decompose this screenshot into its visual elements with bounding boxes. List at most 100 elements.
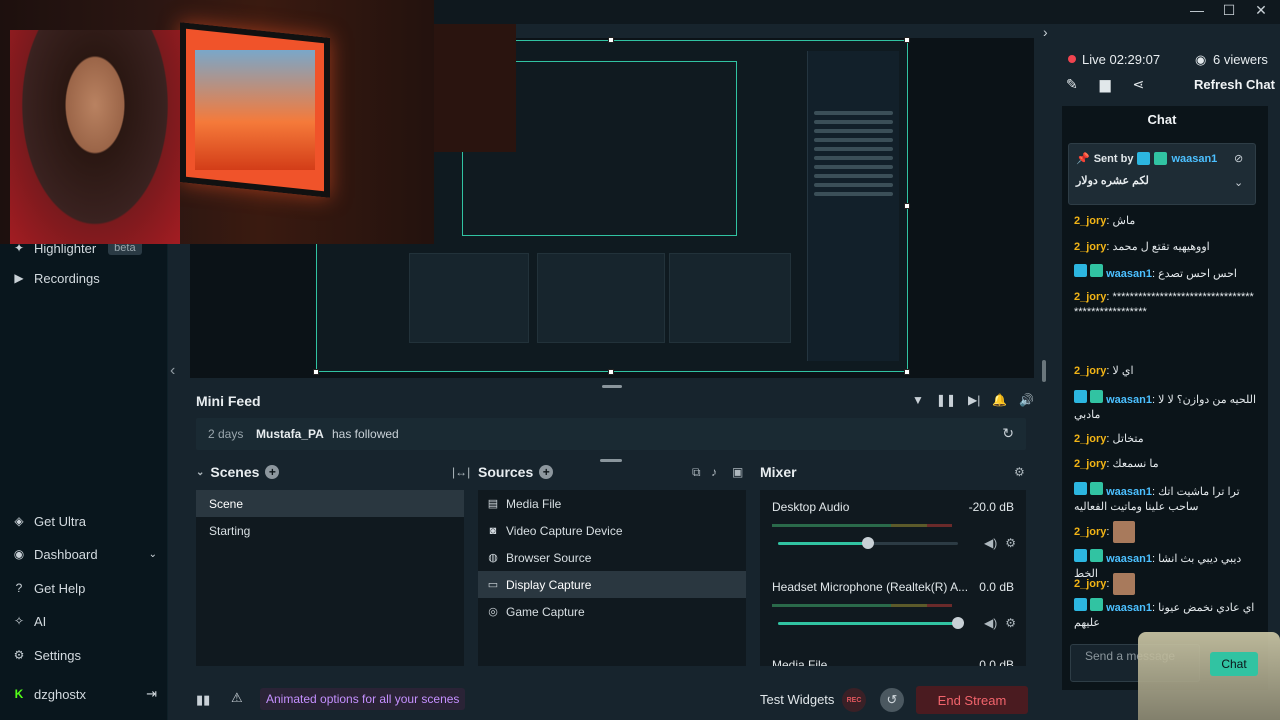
share-icon[interactable]: ⋖ — [1133, 76, 1145, 93]
source-item[interactable]: ◍ Browser Source — [478, 544, 746, 571]
source-item[interactable]: ▤ Media File — [478, 490, 746, 517]
resize-handle[interactable] — [904, 369, 910, 375]
sidebar-item-settings[interactable]: ⚙ Settings — [12, 645, 81, 665]
chat-username[interactable]: 2_jory — [1074, 526, 1106, 538]
add-source-icon[interactable]: + — [539, 465, 554, 479]
source-item[interactable]: ◎ Game Capture — [478, 598, 746, 625]
sidebar-item-get-help[interactable]: ? Get Help — [12, 578, 86, 598]
chat-message: 2_jory: — [1074, 521, 1258, 543]
emote-image — [1112, 521, 1135, 543]
chevron-down-icon: ⌄ — [148, 548, 157, 560]
record-button[interactable]: REC — [842, 688, 866, 712]
clip-icon[interactable]: ▆ — [1100, 76, 1111, 93]
chat-username[interactable]: 2_jory — [1074, 433, 1106, 445]
chat-message: waasan1: احس احس تصدع — [1074, 264, 1258, 282]
chat-username[interactable]: 2_jory — [1074, 241, 1106, 253]
preview-scrollbar[interactable] — [1042, 360, 1046, 382]
chat-username[interactable]: 2_jory — [1074, 365, 1106, 377]
source-item[interactable]: ▭ Display Capture — [478, 571, 746, 598]
resize-handle[interactable] — [904, 37, 910, 43]
resize-handle[interactable] — [608, 369, 614, 375]
resize-handle[interactable] — [904, 203, 910, 209]
skip-icon[interactable]: ▶| — [968, 393, 980, 407]
sidebar-item-dashboard[interactable]: ◉ Dashboard ⌄ — [12, 544, 157, 564]
chat-text: متخاتل — [1112, 433, 1144, 445]
gear-icon[interactable]: ⚙ — [1005, 616, 1016, 630]
chat-username[interactable]: waasan1 — [1106, 602, 1152, 614]
chevron-right-icon[interactable]: › — [1043, 24, 1048, 40]
chevron-down-icon[interactable]: ⌄ — [1234, 176, 1243, 189]
mixer-settings-icon[interactable]: ⚙ — [1014, 465, 1025, 479]
bell-icon[interactable]: 🔔 — [992, 393, 1007, 407]
badge-icon — [1154, 152, 1168, 165]
scene-transitions-icon[interactable]: |↔| — [452, 465, 470, 479]
collapse-sidebar-icon[interactable]: ‹ — [170, 362, 175, 380]
source-item[interactable]: ◙ Video Capture Device — [478, 517, 746, 544]
refresh-chat-button[interactable]: Refresh Chat — [1194, 77, 1275, 92]
badge-icon — [1090, 549, 1104, 562]
chat-send-button[interactable]: Chat — [1210, 652, 1258, 676]
pause-icon[interactable]: ❚❚ — [936, 393, 956, 407]
chat-username[interactable]: waasan1 — [1106, 553, 1152, 565]
speaker-icon[interactable]: ◀) — [984, 536, 997, 550]
alert-icon[interactable]: ⚠ — [231, 690, 243, 706]
ultra-icon: ◈ — [14, 514, 24, 528]
chevron-down-icon[interactable]: ⌄ — [196, 467, 204, 478]
gear-icon[interactable]: ⚙ — [1005, 536, 1016, 550]
test-widgets-button[interactable]: Test Widgets — [760, 692, 834, 707]
volume-slider[interactable] — [778, 537, 958, 549]
promo-banner[interactable]: Animated options for all your scenes — [260, 688, 466, 710]
channel-actions: ◀) ⚙ — [984, 616, 1016, 630]
replay-buffer-icon[interactable]: ↺ — [880, 688, 904, 712]
add-folder-icon[interactable]: ▣ — [732, 465, 743, 479]
unpin-icon[interactable]: ⊘ — [1234, 152, 1243, 165]
badge-icon — [1090, 264, 1104, 277]
badge-icon — [1090, 390, 1104, 403]
event-user: Mustafa_PA — [256, 427, 324, 441]
chat-message: waasan1: اي عادي نخمض عيونا عليهم — [1074, 598, 1258, 631]
end-stream-button[interactable]: End Stream — [916, 686, 1028, 714]
channel-name: Desktop Audio — [772, 500, 850, 514]
repeat-alert-icon[interactable]: ↻ — [1002, 425, 1014, 442]
chat-tools: ✎ ▆ ⋖ — [1066, 76, 1144, 93]
camera-icon: ◙ — [489, 524, 497, 537]
minimize-icon[interactable]: — — [1188, 2, 1206, 19]
stats-icon[interactable]: ▮▮ — [196, 692, 210, 708]
volume-knob[interactable] — [862, 537, 874, 549]
chat-username[interactable]: 2_jory — [1074, 578, 1106, 590]
chat-username[interactable]: 2_jory — [1074, 458, 1106, 470]
sidebar-item-ai[interactable]: ✧ AI — [12, 611, 46, 631]
pinned-text: لكم عشره دولار — [1076, 175, 1149, 187]
close-icon[interactable]: ✕ — [1252, 2, 1270, 19]
channel-db: 0.0 dB — [979, 580, 1014, 594]
audio-source-icon[interactable]: ♪ — [711, 465, 717, 479]
resize-handle[interactable] — [608, 37, 614, 43]
maximize-icon[interactable]: ☐ — [1220, 2, 1238, 19]
dock-resize-handle[interactable] — [600, 459, 622, 462]
resize-handle[interactable] — [313, 369, 319, 375]
edit-icon[interactable]: ✎ — [1066, 76, 1078, 93]
chat-username[interactable]: 2_jory — [1074, 215, 1106, 227]
scene-item[interactable]: Scene — [196, 490, 464, 517]
chat-username[interactable]: waasan1 — [1106, 486, 1152, 498]
badge-icon — [1074, 390, 1087, 403]
scene-item[interactable]: Starting — [196, 517, 464, 544]
filter-icon[interactable]: ▼ — [912, 393, 924, 407]
volume-icon[interactable]: 🔊 — [1019, 393, 1034, 407]
add-scene-icon[interactable]: + — [265, 465, 280, 479]
chat-username[interactable]: 2_jory — [1074, 291, 1106, 303]
badge-icon — [1137, 152, 1151, 165]
viewer-count: 6 viewers — [1213, 52, 1268, 67]
chat-username[interactable]: waasan1 — [1106, 394, 1152, 406]
volume-slider[interactable] — [778, 617, 964, 629]
selective-recording-icon[interactable]: ⧉ — [692, 465, 701, 480]
speaker-icon[interactable]: ◀) — [984, 616, 997, 630]
chat-text: احس احس تصدع — [1158, 268, 1237, 280]
chat-username[interactable]: waasan1 — [1106, 268, 1152, 280]
logout-icon[interactable]: ⇥ — [146, 686, 157, 702]
dock-resize-handle[interactable] — [602, 385, 622, 388]
sidebar-item-recordings[interactable]: ▶ Recordings — [12, 268, 99, 288]
sidebar-item-get-ultra[interactable]: ◈ Get Ultra — [12, 511, 86, 531]
sidebar-item-account[interactable]: K dzghostx ⇥ — [12, 684, 157, 704]
volume-knob[interactable] — [952, 617, 964, 629]
